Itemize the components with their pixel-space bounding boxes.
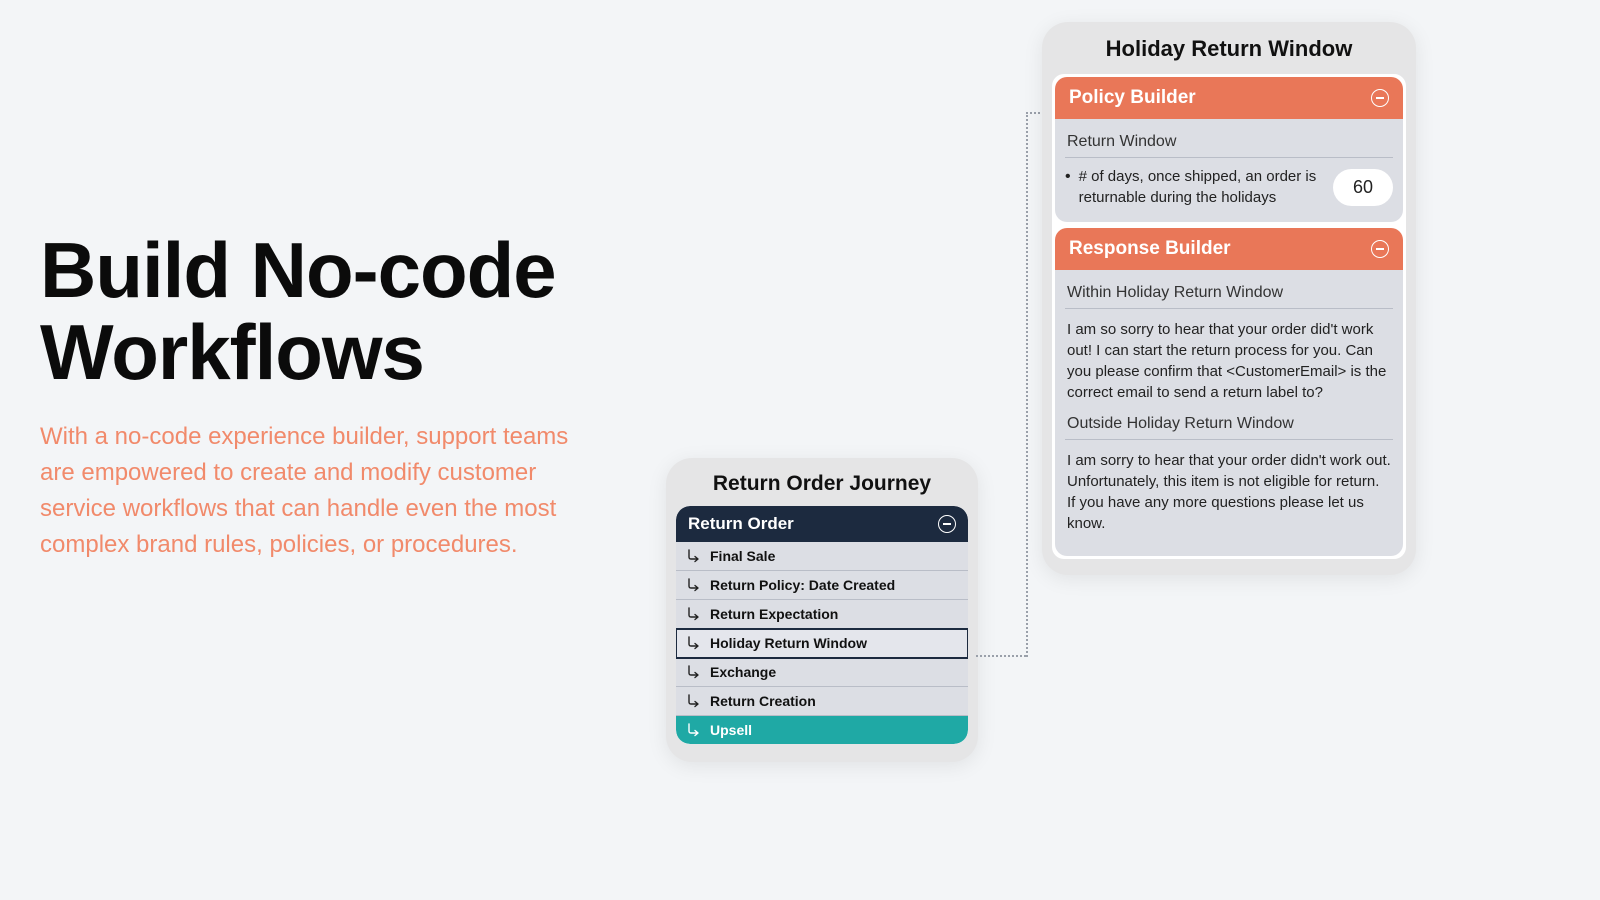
within-response-text: I am so sorry to hear that your order di… (1065, 317, 1393, 411)
journey-header[interactable]: Return Order (676, 506, 968, 542)
journey-row-label: Upsell (710, 722, 752, 738)
detail-body: Policy Builder Return Window # of days, … (1052, 74, 1406, 559)
journey-row-label: Return Policy: Date Created (710, 577, 895, 593)
subarrow-icon (686, 664, 702, 680)
policy-bullet-label: # of days, once shipped, an order is ret… (1079, 166, 1319, 208)
journey-row-label: Final Sale (710, 548, 775, 564)
journey-row-return-creation[interactable]: Return Creation (676, 687, 968, 716)
policy-builder: Policy Builder Return Window # of days, … (1055, 77, 1403, 222)
collapse-icon[interactable] (938, 515, 956, 533)
detail-title: Holiday Return Window (1052, 36, 1406, 62)
response-builder-header[interactable]: Response Builder (1055, 228, 1403, 270)
subarrow-icon (686, 606, 702, 622)
response-builder-body: Within Holiday Return Window I am so sor… (1055, 270, 1403, 556)
detail-card: Holiday Return Window Policy Builder Ret… (1042, 22, 1416, 575)
journey-row-label: Holiday Return Window (710, 635, 867, 651)
policy-builder-header[interactable]: Policy Builder (1055, 77, 1403, 119)
journey-row-label: Return Creation (710, 693, 816, 709)
journey-row-exchange[interactable]: Exchange (676, 658, 968, 687)
journey-card: Return Order Journey Return Order Final … (666, 458, 978, 762)
collapse-icon[interactable] (1371, 240, 1389, 258)
subarrow-icon (686, 635, 702, 651)
connector-vertical (1026, 112, 1028, 657)
policy-value-input[interactable]: 60 (1333, 169, 1393, 206)
journey-body: Return Order Final Sale Return Policy: D… (676, 506, 968, 744)
journey-row-label: Exchange (710, 664, 776, 680)
collapse-icon[interactable] (1371, 89, 1389, 107)
journey-row-return-policy[interactable]: Return Policy: Date Created (676, 571, 968, 600)
outside-section-title: Outside Holiday Return Window (1065, 411, 1393, 440)
journey-row-label: Return Expectation (710, 606, 838, 622)
policy-builder-body: Return Window # of days, once shipped, a… (1055, 119, 1403, 222)
connector-horizontal-1 (976, 655, 1026, 657)
journey-row-final-sale[interactable]: Final Sale (676, 542, 968, 571)
within-section-title: Within Holiday Return Window (1065, 280, 1393, 309)
subarrow-icon (686, 577, 702, 593)
journey-header-label: Return Order (688, 514, 794, 534)
journey-row-holiday-return-window[interactable]: Holiday Return Window (676, 629, 968, 658)
hero-headline: Build No-code Workflows (40, 230, 600, 394)
hero-subtext: With a no-code experience builder, suppo… (40, 419, 600, 563)
subarrow-icon (686, 693, 702, 709)
subarrow-icon (686, 722, 702, 738)
response-builder-header-label: Response Builder (1069, 238, 1231, 260)
subarrow-icon (686, 548, 702, 564)
outside-response-text: I am sorry to hear that your order didn'… (1065, 448, 1393, 542)
journey-row-upsell[interactable]: Upsell (676, 716, 968, 744)
journey-title: Return Order Journey (676, 472, 968, 496)
response-builder: Response Builder Within Holiday Return W… (1055, 228, 1403, 556)
journey-row-return-expectation[interactable]: Return Expectation (676, 600, 968, 629)
policy-section-title: Return Window (1065, 129, 1393, 158)
policy-bullet-text: # of days, once shipped, an order is ret… (1065, 166, 1319, 208)
policy-builder-header-label: Policy Builder (1069, 87, 1196, 109)
